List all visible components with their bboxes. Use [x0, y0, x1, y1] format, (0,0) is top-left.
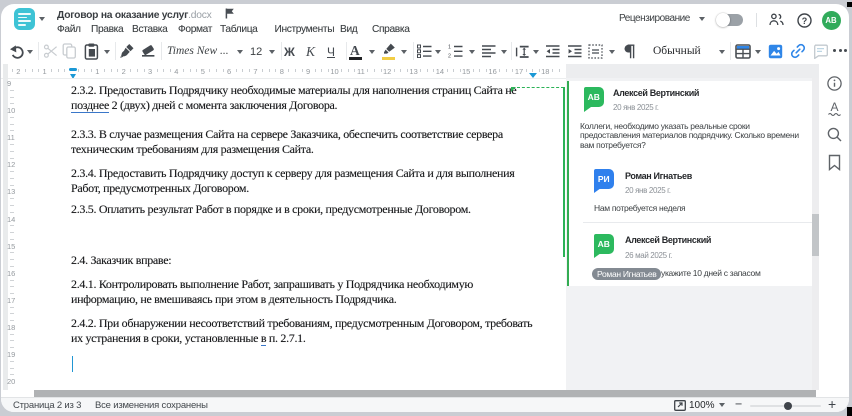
svg-text:1: 1: [448, 45, 451, 51]
svg-text:А: А: [830, 100, 838, 114]
svg-text:2: 2: [448, 54, 451, 58]
svg-text:?: ?: [802, 16, 808, 26]
